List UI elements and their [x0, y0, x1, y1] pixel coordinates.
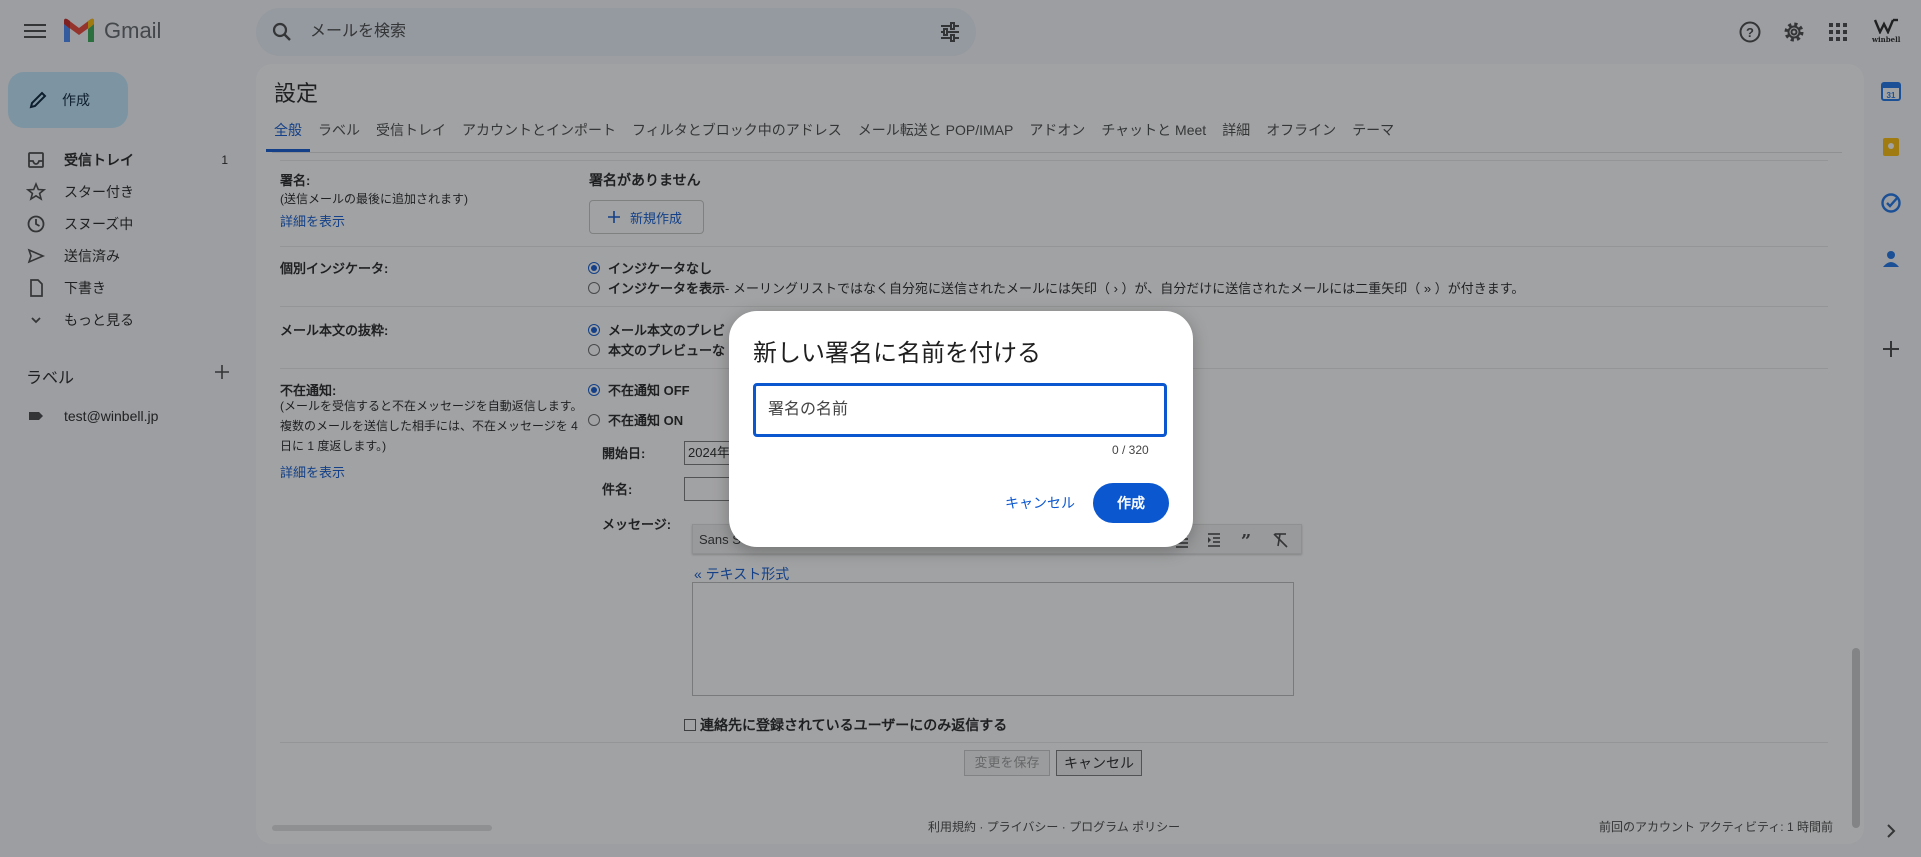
- dialog-cancel-button[interactable]: キャンセル: [993, 483, 1087, 523]
- dialog-title: 新しい署名に名前を付ける: [753, 340, 1041, 367]
- signature-name-input[interactable]: [753, 383, 1167, 437]
- character-counter: 0 / 320: [1112, 443, 1149, 457]
- dialog-create-button[interactable]: 作成: [1093, 483, 1169, 523]
- name-signature-dialog: 新しい署名に名前を付ける 0 / 320 キャンセル 作成: [729, 311, 1193, 547]
